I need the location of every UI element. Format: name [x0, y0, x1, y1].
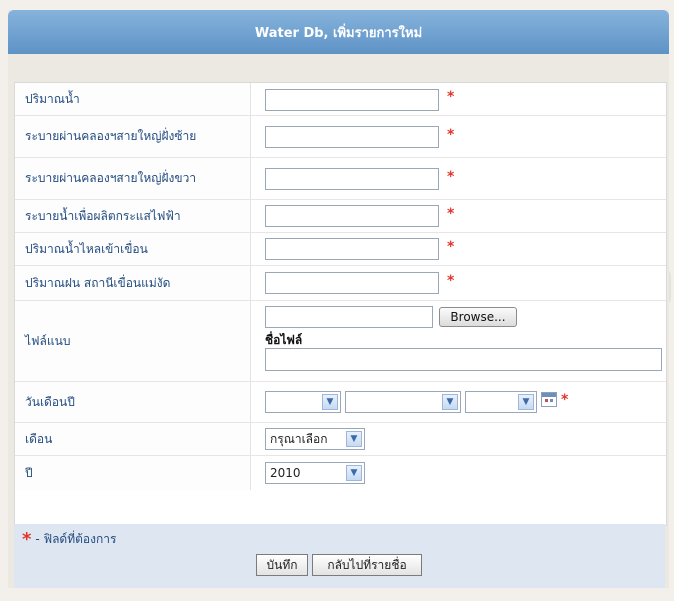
required-legend: * - ฟิลด์ที่ต้องการ: [22, 530, 116, 549]
row-drain-right: ระบายผ่านคลองฯสายใหญ่ฝั่งขวา *: [15, 158, 666, 200]
inflow-label: ปริมาณน้ำไหลเข้าเขื่อน: [15, 233, 251, 265]
drain-left-input[interactable]: [265, 126, 439, 148]
year-label: ปี: [15, 456, 251, 490]
row-year: ปี 2010 ▼: [15, 456, 666, 490]
chevron-down-icon: ▼: [442, 394, 458, 410]
year-select[interactable]: 2010 ▼: [265, 462, 365, 484]
rainfall-input[interactable]: [265, 272, 439, 294]
month-select[interactable]: กรุณาเลือก ▼: [265, 428, 365, 450]
form-title: Water Db, เพิ่มรายการใหม่: [254, 25, 423, 41]
water-volume-input[interactable]: [265, 89, 439, 111]
required-marker: *: [447, 89, 455, 105]
year-part-select[interactable]: ▼: [465, 391, 537, 413]
chevron-down-icon: ▼: [346, 431, 362, 447]
filename-input[interactable]: [265, 348, 662, 371]
form-footer: * - ฟิลด์ที่ต้องการ บันทึก กลับไปที่รายช…: [14, 524, 665, 588]
asterisk-icon: *: [22, 528, 32, 550]
required-marker: *: [447, 206, 455, 222]
drain-power-field-cell: *: [257, 200, 657, 232]
month-field-cell: กรุณาเลือก ▼: [257, 423, 657, 455]
row-attachment: ไฟล์แนบ Browse... ชื่อไฟล์: [15, 301, 666, 382]
date-field-cell: ▼ ▼ ▼ *: [257, 382, 657, 422]
month-part-select[interactable]: ▼: [345, 391, 461, 413]
form-area: ปริมาณน้ำ * ระบายผ่านคลองฯสายใหญ่ฝั่งซ้า…: [14, 82, 667, 526]
month-selected-value: กรุณาเลือก: [270, 431, 328, 446]
row-rainfall: ปริมาณฝน สถานีเขื่อนแม่งัด *: [15, 266, 666, 301]
drain-power-input[interactable]: [265, 205, 439, 227]
drain-right-field-cell: *: [257, 158, 657, 199]
required-marker: *: [447, 239, 455, 255]
water-volume-field-cell: *: [257, 83, 657, 115]
file-path-input[interactable]: [265, 306, 433, 328]
year-field-cell: 2010 ▼: [257, 456, 657, 490]
attachment-field-cell: Browse... ชื่อไฟล์: [257, 301, 666, 381]
drain-power-label: ระบายน้ำเพื่อผลิตกระแสไฟฟ้า: [15, 200, 251, 232]
date-label: วันเดือนปี: [15, 382, 251, 422]
form-header: Water Db, เพิ่มรายการใหม่: [8, 10, 669, 54]
row-drain-left: ระบายผ่านคลองฯสายใหญ่ฝั่งซ้าย *: [15, 116, 666, 158]
row-drain-power: ระบายน้ำเพื่อผลิตกระแสไฟฟ้า *: [15, 200, 666, 233]
day-select[interactable]: ▼: [265, 391, 341, 413]
save-button[interactable]: บันทึก: [256, 554, 308, 576]
rainfall-field-cell: *: [257, 266, 657, 300]
browse-button[interactable]: Browse...: [439, 307, 517, 327]
inflow-input[interactable]: [265, 238, 439, 260]
back-to-list-button[interactable]: กลับไปที่รายชื่อ: [312, 554, 422, 576]
row-month: เดือน กรุณาเลือก ▼: [15, 423, 666, 456]
required-marker: *: [561, 392, 569, 408]
month-label: เดือน: [15, 423, 251, 455]
chevron-down-icon: ▼: [322, 394, 338, 410]
row-water-volume: ปริมาณน้ำ *: [15, 83, 666, 116]
drain-left-label: ระบายผ่านคลองฯสายใหญ่ฝั่งซ้าย: [15, 116, 251, 157]
chevron-down-icon: ▼: [518, 394, 534, 410]
year-selected-value: 2010: [270, 466, 301, 480]
row-date: วันเดือนปี ▼ ▼ ▼ *: [15, 382, 666, 423]
calendar-icon[interactable]: [541, 392, 557, 407]
form-panel: Water Db, เพิ่มรายการใหม่ ปริมาณน้ำ * ระ…: [8, 10, 669, 588]
required-marker: *: [447, 127, 455, 143]
rainfall-label: ปริมาณฝน สถานีเขื่อนแม่งัด: [15, 266, 251, 300]
required-note: - ฟิลด์ที่ต้องการ: [35, 532, 117, 546]
drain-right-input[interactable]: [265, 168, 439, 190]
required-marker: *: [447, 169, 455, 185]
inflow-field-cell: *: [257, 233, 657, 265]
required-marker: *: [447, 273, 455, 289]
chevron-down-icon: ▼: [346, 465, 362, 481]
drain-left-field-cell: *: [257, 116, 657, 157]
row-inflow: ปริมาณน้ำไหลเข้าเขื่อน *: [15, 233, 666, 266]
drain-right-label: ระบายผ่านคลองฯสายใหญ่ฝั่งขวา: [15, 158, 251, 199]
water-volume-label: ปริมาณน้ำ: [15, 83, 251, 115]
attachment-label: ไฟล์แนบ: [15, 301, 251, 381]
